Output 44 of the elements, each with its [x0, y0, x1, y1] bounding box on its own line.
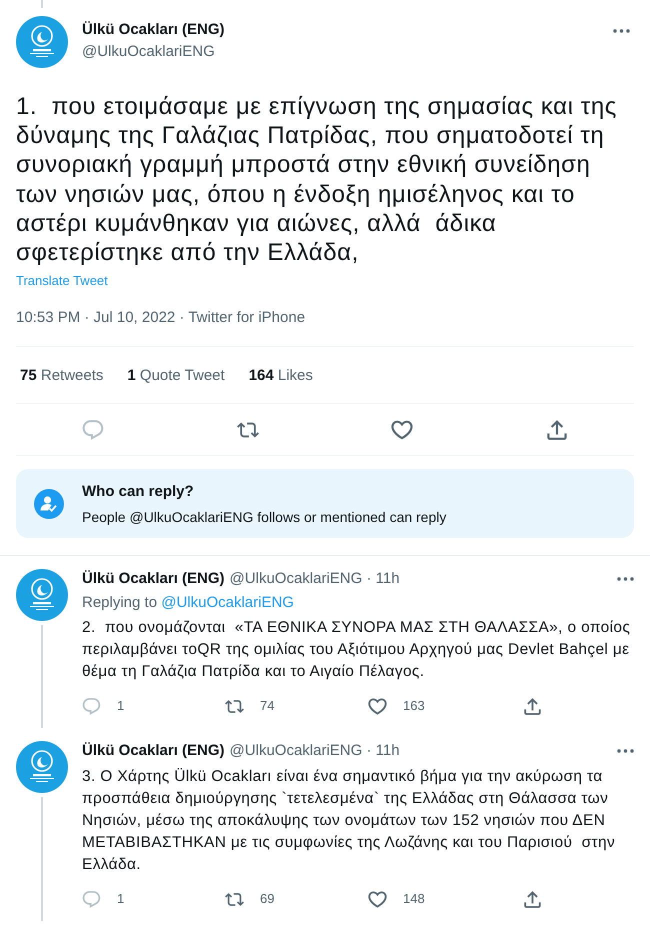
user-name[interactable]: Ülkü Ocakları (ENG) [82, 20, 225, 40]
heart-icon [368, 698, 387, 715]
avatar-logo-icon[interactable] [16, 569, 68, 622]
reply-text: 3. Ο Χάρτης Ülkü Ocakları είναι ένα σημαντικό βήμα για την ακύρωση τα προσπάθεια δημιούργησης `τετελεσμένα` της Ελλάδας στη Θάλασσα των Νησιών, μέσω της αποκάλυψης των ονομάτων των 152 νησιών που ΔΕΝ ΜΕΤΑΒΙΒΑΣΤΗΚΑΝ με τις συμφωνίες της Λωζάνης και του Παρισιού στην Ελλάδα. [82, 767, 616, 876]
share-icon [523, 890, 542, 908]
share-icon [523, 698, 542, 715]
loop-arrows-icon [225, 890, 244, 908]
like-button[interactable]: 163 [368, 698, 425, 715]
reply-settings-text: People @UlkuOcaklariENG follows or mentioned can reply [82, 508, 446, 526]
retweet-button[interactable]: 69 [225, 890, 274, 908]
loop-arrows-icon [225, 698, 244, 715]
more-icon [613, 29, 630, 33]
share-button[interactable] [523, 890, 542, 908]
more-button[interactable] [617, 575, 634, 584]
share-icon [546, 420, 568, 440]
person-check-icon [34, 489, 64, 520]
share-button[interactable] [523, 698, 542, 715]
retweet-button[interactable]: 74 [225, 698, 274, 715]
stat-link[interactable]: 1 Quote Tweet [127, 366, 225, 386]
replying-to-text: Replying to @UlkuOcaklariENG [82, 593, 295, 614]
reply-text: 2. που ονομάζονται «ΤΑ ΕΘΝΙΚΑ ΣΥΝΟΡΑ ΜΑΣ ΣΤΗ ΘΑΛΑΣΣΑ», ο οποίος περιλαμβάνει τοQR της ομιλίας του Αξιότιμου Αρχηγού μας Devlet Bahçel με θέμα τη Γαλάζια Πατρίδα και το Αιγαίο Πέλαγος. [82, 618, 632, 682]
more-icon [617, 749, 634, 754]
heart-icon [391, 420, 414, 440]
stat-link[interactable]: 164 Likes [248, 366, 313, 386]
avatar-logo-icon[interactable] [16, 741, 68, 794]
tweet-timestamp: 10:53 PM · Jul 10, 2022 · Twitter for iPhone [16, 308, 306, 328]
user-name[interactable]: Ülkü Ocakları (ENG) [82, 741, 225, 762]
user-handle-time: @UlkuOcaklariENG · 11h [230, 741, 400, 762]
more-icon [617, 577, 634, 582]
user-handle-time: @UlkuOcaklariENG · 11h [230, 569, 400, 590]
more-button[interactable] [617, 747, 634, 756]
loop-arrows-icon [236, 420, 259, 440]
user-name[interactable]: Ülkü Ocakları (ENG) [82, 569, 225, 590]
speech-bubble-icon [82, 890, 101, 908]
user-handle[interactable]: @UlkuOcaklariENG [82, 42, 225, 62]
speech-bubble-icon [82, 698, 101, 715]
avatar-logo-icon[interactable] [16, 16, 68, 68]
tweet-text: 1. που ετοιμάσαμε με επίγνωση της σημασίας και της δύναμης της Γαλάζιας Πατρίδας, που σηματοδοτεί τη συνοριακή γραμμή μπροστά στην εθνική συνείδηση των νησιών μας, όπου η ένδοξη ημισέληνος και το αστέρι κυμάνθηκαν για αιώνες, αλλά άδικα σφετερίστηκε από την Ελλάδα, [16, 92, 618, 268]
like-button[interactable]: 148 [368, 890, 425, 908]
reply-settings-title: Who can reply? [82, 482, 195, 502]
heart-icon [368, 890, 387, 908]
stat-link[interactable]: 75 Retweets [20, 366, 104, 386]
speech-bubble-icon [82, 420, 104, 440]
more-button[interactable] [613, 27, 630, 35]
